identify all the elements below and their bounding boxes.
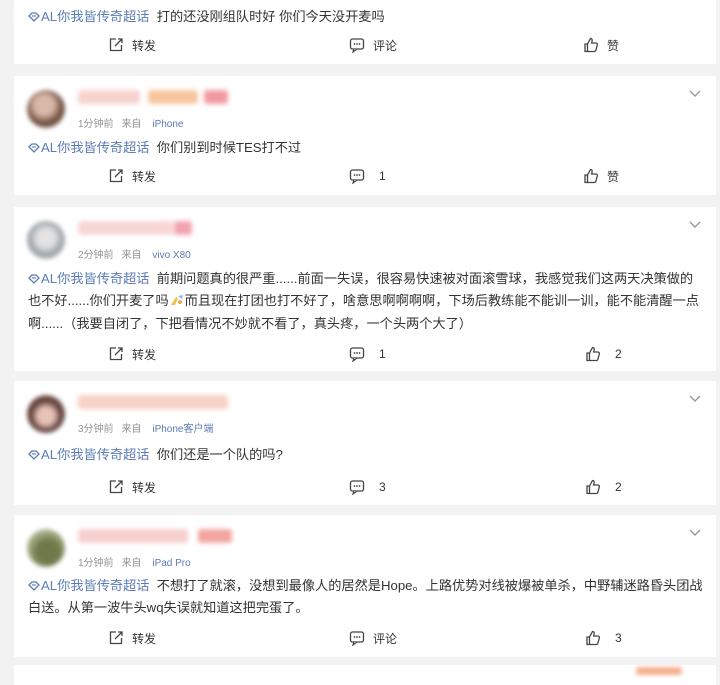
post-card-5: 1分钟前 来自 iPad Pro AL你我皆传奇超话 不想打了就滚，没想到最像人的… [14, 515, 716, 657]
share-icon [109, 347, 123, 361]
username-blur [78, 90, 140, 104]
post-actions: 转发 1 2 [14, 337, 716, 371]
avatar[interactable] [27, 529, 65, 567]
comment-icon [349, 169, 365, 184]
post-header: 2分钟前 来自 vivo X80 [14, 207, 716, 263]
username-blur [78, 529, 188, 543]
post-card-3: 2分钟前 来自 vivo X80 AL你我皆传奇超话 前期问题真的很严重.....… [14, 207, 716, 371]
hand-emoji-icon [170, 295, 183, 306]
post-text: AL你我皆传奇超话 你们还是一个队的吗? [14, 444, 716, 466]
comment-button[interactable]: 3 [349, 470, 386, 504]
thumbs-up-icon [584, 37, 599, 53]
like-button[interactable]: 2 [585, 337, 622, 371]
post-header: 1分钟前 来自 iPhone [14, 76, 716, 132]
post-card-1: AL你我皆传奇超话 打的还没刚组队时好 你们今天没开麦吗 转发 评论 赞 [14, 0, 716, 64]
post-meta: 1分钟前 来自 iPhone [78, 119, 184, 130]
chevron-down-icon[interactable] [688, 88, 702, 98]
chevron-down-icon[interactable] [688, 527, 702, 537]
post-card-6 [14, 665, 716, 685]
comment-icon [349, 347, 365, 362]
username-blur [636, 667, 682, 675]
post-text: AL你我皆传奇超话 打的还没刚组队时好 你们今天没开麦吗 [14, 6, 397, 28]
post-text: AL你我皆传奇超话 你们别到时候TES打不过 [14, 137, 716, 159]
username-blur [198, 529, 232, 543]
post-card-4: 3分钟前 来自 iPhone客户端 AL你我皆传奇超话 你们还是一个队的吗? 转发… [14, 381, 716, 505]
avatar[interactable] [27, 90, 65, 128]
post-card-2: 1分钟前 来自 iPhone AL你我皆传奇超话 你们别到时候TES打不过 转发 … [14, 76, 716, 195]
topic-diamond-icon [28, 12, 40, 22]
comment-icon [349, 480, 365, 495]
post-actions: 转发 评论 赞 [14, 28, 716, 62]
share-icon [109, 631, 123, 645]
comment-button[interactable]: 评论 [349, 621, 397, 655]
share-button[interactable]: 转发 [108, 470, 156, 504]
comment-button[interactable]: 1 [349, 337, 386, 371]
topic-diamond-icon [28, 581, 40, 591]
like-button[interactable]: 赞 [583, 159, 619, 193]
post-text: AL你我皆传奇超话 前期问题真的很严重......前面一失误，很容易快速被对面滚… [28, 271, 699, 331]
post-actions: 转发 评论 3 [14, 621, 716, 655]
post-header: 3分钟前 来自 iPhone客户端 [14, 381, 716, 437]
post-header: 1分钟前 来自 iPad Pro [14, 515, 716, 571]
post-text: AL你我皆传奇超话 不想打了就滚，没想到最像人的居然是Hope。上路优势对线被爆… [28, 578, 703, 616]
thumbs-up-icon [586, 630, 601, 646]
chevron-down-icon[interactable] [688, 393, 702, 403]
comment-button[interactable]: 1 [349, 159, 386, 193]
topic-diamond-icon [28, 450, 40, 460]
avatar[interactable] [27, 221, 65, 259]
comment-button[interactable]: 评论 [349, 28, 397, 62]
thumbs-up-icon [586, 479, 601, 495]
post-meta: 1分钟前 来自 iPad Pro [78, 558, 191, 569]
like-button[interactable]: 2 [585, 470, 622, 504]
post-actions: 转发 3 2 [14, 470, 716, 504]
avatar[interactable] [27, 395, 65, 433]
username-blur [78, 221, 174, 235]
username-blur [174, 221, 192, 235]
share-icon [109, 38, 123, 52]
share-button[interactable]: 转发 [108, 28, 156, 62]
thumbs-up-icon [586, 346, 601, 362]
topic-link[interactable]: AL你我皆传奇超话 [28, 271, 149, 286]
post-actions: 转发 1 赞 [14, 159, 716, 193]
post-meta: 2分钟前 来自 vivo X80 [78, 250, 191, 261]
username-blur [204, 90, 228, 104]
comment-icon [349, 631, 365, 646]
post-meta: 3分钟前 来自 iPhone客户端 [78, 424, 214, 435]
thumbs-up-icon [584, 168, 599, 184]
like-button[interactable]: 赞 [583, 28, 619, 62]
username-blur [148, 90, 198, 104]
comment-icon [349, 38, 365, 53]
topic-link[interactable]: AL你我皆传奇超话 [28, 9, 149, 24]
topic-link[interactable]: AL你我皆传奇超话 [28, 140, 149, 155]
share-icon [109, 169, 123, 183]
share-icon [109, 480, 123, 494]
share-button[interactable]: 转发 [108, 159, 156, 193]
topic-diamond-icon [28, 143, 40, 153]
username-blur [78, 395, 228, 409]
share-button[interactable]: 转发 [108, 621, 156, 655]
chevron-down-icon[interactable] [688, 219, 702, 229]
share-button[interactable]: 转发 [108, 337, 156, 371]
topic-link[interactable]: AL你我皆传奇超话 [28, 447, 149, 462]
topic-diamond-icon [28, 274, 40, 284]
like-button[interactable]: 3 [585, 621, 622, 655]
topic-link[interactable]: AL你我皆传奇超话 [28, 578, 149, 593]
